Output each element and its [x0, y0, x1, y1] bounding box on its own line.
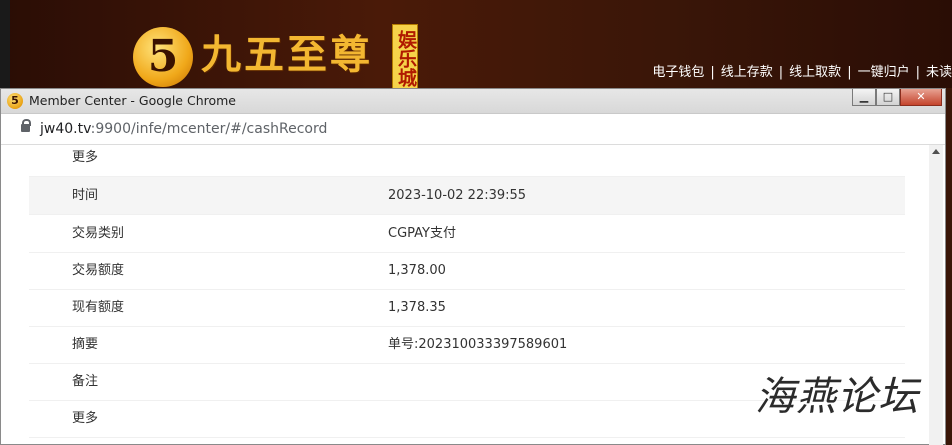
window-titlebar[interactable]: 5 Member Center - Google Chrome ▁ □ ✕: [1, 89, 945, 114]
nav-e-wallet[interactable]: 电子钱包: [652, 61, 704, 80]
detail-label: 现有额度: [72, 300, 125, 315]
site-header: 5 九五至尊 娱乐城 电子钱包 | 线上存款 | 线上取款 | 一键归户 | 未读: [0, 0, 952, 96]
detail-label: 摘要: [72, 337, 99, 352]
minimize-icon: ▁: [859, 90, 869, 103]
detail-row-balance: 现有额度 1,378.35: [29, 289, 905, 327]
detail-value: 单号:202310033397589601: [388, 337, 568, 352]
site-logo-text: 九五至尊: [201, 31, 373, 78]
detail-value: 1,378.35: [388, 300, 446, 315]
detail-label: 更多: [72, 411, 99, 426]
url-text[interactable]: jw40.tv:9900/infe/mcenter/#/cashRecord: [40, 121, 327, 138]
detail-label: 备注: [72, 374, 99, 389]
scroll-up-arrow-icon[interactable]: [932, 149, 940, 154]
close-button[interactable]: ✕: [900, 89, 942, 106]
detail-label: 交易额度: [72, 263, 125, 278]
nav-unread[interactable]: 未读: [926, 61, 952, 80]
detail-row-time: 时间 2023-10-02 22:39:55: [29, 177, 905, 215]
detail-label: 时间: [72, 188, 99, 203]
site-logo-badge: 娱乐城: [392, 24, 418, 92]
site-right-edge: [946, 88, 952, 445]
close-icon: ✕: [916, 90, 926, 103]
maximize-button[interactable]: □: [876, 89, 900, 106]
detail-label: 更多: [72, 150, 99, 165]
url-host: jw40.tv: [40, 121, 91, 137]
url-path: :9900/infe/mcenter/#/cashRecord: [90, 121, 328, 137]
minimize-button[interactable]: ▁: [852, 89, 876, 106]
nav-online-withdraw[interactable]: 线上取款: [789, 61, 841, 80]
detail-value: CGPAY支付: [388, 226, 456, 241]
window-title: Member Center - Google Chrome: [29, 93, 237, 108]
detail-row-summary: 摘要 单号:202310033397589601: [29, 326, 905, 364]
detail-row-type: 交易类别 CGPAY支付: [29, 215, 905, 253]
vertical-scrollbar[interactable]: [929, 145, 943, 445]
detail-value: 1,378.00: [388, 263, 446, 278]
detail-row-more-top[interactable]: 更多: [29, 145, 905, 177]
detail-label: 交易类别: [72, 226, 125, 241]
site-nav: 电子钱包 | 线上存款 | 线上取款 | 一键归户 | 未读: [652, 61, 952, 80]
nav-online-deposit[interactable]: 线上存款: [721, 61, 773, 80]
window-controls: ▁ □ ✕: [852, 89, 942, 108]
nav-one-click-transfer[interactable]: 一键归户: [858, 61, 910, 80]
site-logo-icon: 5: [133, 27, 193, 87]
address-bar[interactable]: jw40.tv:9900/infe/mcenter/#/cashRecord: [1, 114, 945, 145]
lock-icon[interactable]: [21, 119, 31, 132]
site-favicon-icon: 5: [7, 93, 23, 109]
watermark-text: 海燕论坛: [755, 374, 919, 420]
maximize-icon: □: [882, 90, 894, 103]
detail-value: 2023-10-02 22:39:55: [388, 188, 527, 203]
detail-row-amount: 交易额度 1,378.00: [29, 252, 905, 290]
